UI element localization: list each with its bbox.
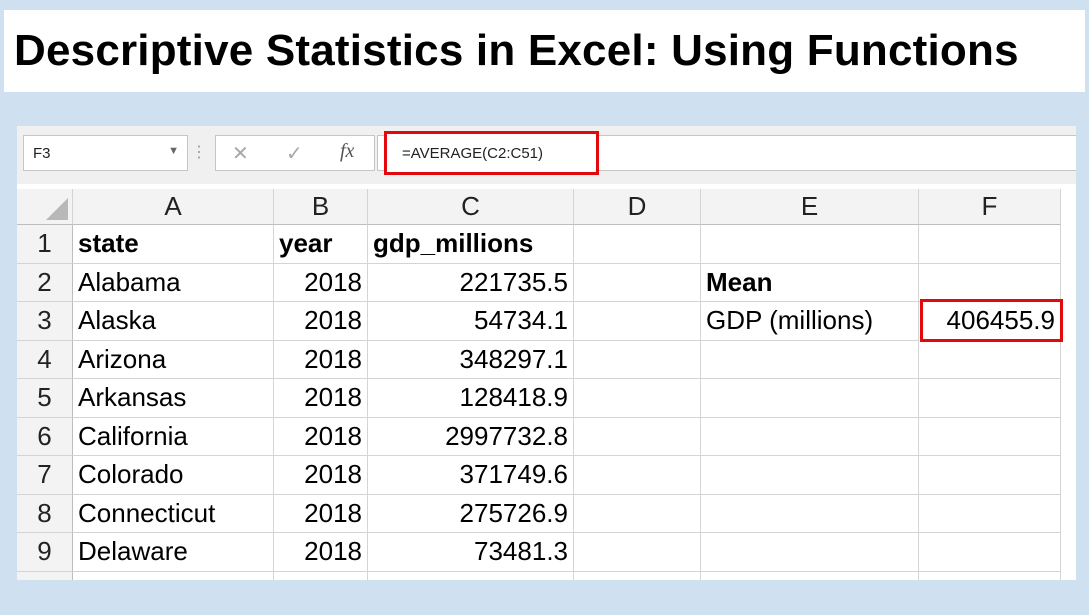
formula-highlight-box[interactable]: =AVERAGE(C2:C51) xyxy=(384,131,599,175)
cell-d4[interactable] xyxy=(574,340,701,379)
cell-c7[interactable]: 371749.6 xyxy=(368,456,574,495)
cell-b3[interactable]: 2018 xyxy=(274,302,368,341)
cell-a1[interactable]: state xyxy=(73,225,274,264)
cell-d3[interactable] xyxy=(574,302,701,341)
chevron-down-icon[interactable]: ▼ xyxy=(168,145,179,157)
cell-d7[interactable] xyxy=(574,456,701,495)
cell-b6[interactable]: 2018 xyxy=(274,417,368,456)
cell-d2[interactable] xyxy=(574,263,701,302)
formula-buttons: ✕ ✓ fx xyxy=(215,135,375,171)
cell-e5[interactable] xyxy=(701,379,919,418)
cell-b4[interactable]: 2018 xyxy=(274,340,368,379)
cell-a5[interactable]: Arkansas xyxy=(73,379,274,418)
cell-a6[interactable]: California xyxy=(73,417,274,456)
row-header-6[interactable]: 6 xyxy=(17,417,73,456)
cell-f8[interactable] xyxy=(919,494,1061,533)
cell-e10[interactable] xyxy=(701,571,919,580)
row-header-2[interactable]: 2 xyxy=(17,263,73,302)
cell-a7[interactable]: Colorado xyxy=(73,456,274,495)
cell-e9[interactable] xyxy=(701,533,919,572)
select-all-corner[interactable] xyxy=(17,189,73,225)
page-title: Descriptive Statistics in Excel: Using F… xyxy=(14,26,1019,75)
cell-b5[interactable]: 2018 xyxy=(274,379,368,418)
slide-title-box: Descriptive Statistics in Excel: Using F… xyxy=(4,10,1085,92)
cell-e8[interactable] xyxy=(701,494,919,533)
cell-d6[interactable] xyxy=(574,417,701,456)
row-header-7[interactable]: 7 xyxy=(17,456,73,495)
column-header-f[interactable]: F xyxy=(919,189,1061,225)
cell-a4[interactable]: Arizona xyxy=(73,340,274,379)
cell-b9[interactable]: 2018 xyxy=(274,533,368,572)
row-header-10[interactable]: 10 xyxy=(17,571,73,580)
name-box[interactable]: F3 ▼ xyxy=(23,135,188,171)
cell-d8[interactable] xyxy=(574,494,701,533)
bottom-background-strip xyxy=(0,580,1089,615)
cell-d1[interactable] xyxy=(574,225,701,264)
cell-e4[interactable] xyxy=(701,340,919,379)
cell-b7[interactable]: 2018 xyxy=(274,456,368,495)
cell-e3[interactable]: GDP (millions) xyxy=(701,302,919,341)
cell-b10[interactable]: 2018 xyxy=(274,571,368,580)
name-box-value: F3 xyxy=(33,144,51,162)
vertical-dots-icon[interactable]: ⋮ xyxy=(191,142,207,162)
cell-c2[interactable]: 221735.5 xyxy=(368,263,574,302)
row-header-4[interactable]: 4 xyxy=(17,340,73,379)
cell-e6[interactable] xyxy=(701,417,919,456)
row-header-5[interactable]: 5 xyxy=(17,379,73,418)
cell-c1[interactable]: gdp_millions xyxy=(368,225,574,264)
cell-f5[interactable] xyxy=(919,379,1061,418)
cell-f4[interactable] xyxy=(919,340,1061,379)
column-header-e[interactable]: E xyxy=(701,189,919,225)
cell-c9[interactable]: 73481.3 xyxy=(368,533,574,572)
cell-f1[interactable] xyxy=(919,225,1061,264)
row-header-1[interactable]: 1 xyxy=(17,225,73,264)
column-header-d[interactable]: D xyxy=(574,189,701,225)
row-header-9[interactable]: 9 xyxy=(17,533,73,572)
cell-d5[interactable] xyxy=(574,379,701,418)
column-header-a[interactable]: A xyxy=(73,189,274,225)
cell-f2[interactable] xyxy=(919,263,1061,302)
column-header-c[interactable]: C xyxy=(368,189,574,225)
cell-f6[interactable] xyxy=(919,417,1061,456)
row-header-3[interactable]: 3 xyxy=(17,302,73,341)
cancel-icon[interactable]: ✕ xyxy=(232,141,249,166)
cell-c8[interactable]: 275726.9 xyxy=(368,494,574,533)
cell-a10[interactable]: Florida xyxy=(73,571,274,580)
enter-check-icon[interactable]: ✓ xyxy=(286,141,303,166)
cell-b2[interactable]: 2018 xyxy=(274,263,368,302)
insert-function-icon[interactable]: fx xyxy=(340,140,354,163)
formula-text: =AVERAGE(C2:C51) xyxy=(402,144,544,162)
row-header-8[interactable]: 8 xyxy=(17,494,73,533)
cell-d10[interactable] xyxy=(574,571,701,580)
formula-bar-area: F3 ▼ ⋮ ✕ ✓ fx =AVERAGE(C2:C51) xyxy=(17,126,1076,184)
cell-c10[interactable]: 1000000.1 xyxy=(368,571,574,580)
column-header-b[interactable]: B xyxy=(274,189,368,225)
cell-c6[interactable]: 2997732.8 xyxy=(368,417,574,456)
cell-f3-active[interactable]: 406455.9 xyxy=(920,299,1063,342)
cell-a3[interactable]: Alaska xyxy=(73,302,274,341)
cell-f9[interactable] xyxy=(919,533,1061,572)
cell-a8[interactable]: Connecticut xyxy=(73,494,274,533)
cell-b1[interactable]: year xyxy=(274,225,368,264)
cell-f7[interactable] xyxy=(919,456,1061,495)
select-all-triangle-icon xyxy=(46,198,68,220)
cell-c4[interactable]: 348297.1 xyxy=(368,340,574,379)
cell-f10[interactable] xyxy=(919,571,1061,580)
cell-a2[interactable]: Alabama xyxy=(73,263,274,302)
cell-c5[interactable]: 128418.9 xyxy=(368,379,574,418)
cell-c3[interactable]: 54734.1 xyxy=(368,302,574,341)
cell-e2[interactable]: Mean xyxy=(701,263,919,302)
cell-d9[interactable] xyxy=(574,533,701,572)
excel-window: F3 ▼ ⋮ ✕ ✓ fx =AVERAGE(C2:C51) A B C D E F 1st… xyxy=(17,126,1076,580)
cell-e7[interactable] xyxy=(701,456,919,495)
cell-e1[interactable] xyxy=(701,225,919,264)
cell-a9[interactable]: Delaware xyxy=(73,533,274,572)
cell-b8[interactable]: 2018 xyxy=(274,494,368,533)
